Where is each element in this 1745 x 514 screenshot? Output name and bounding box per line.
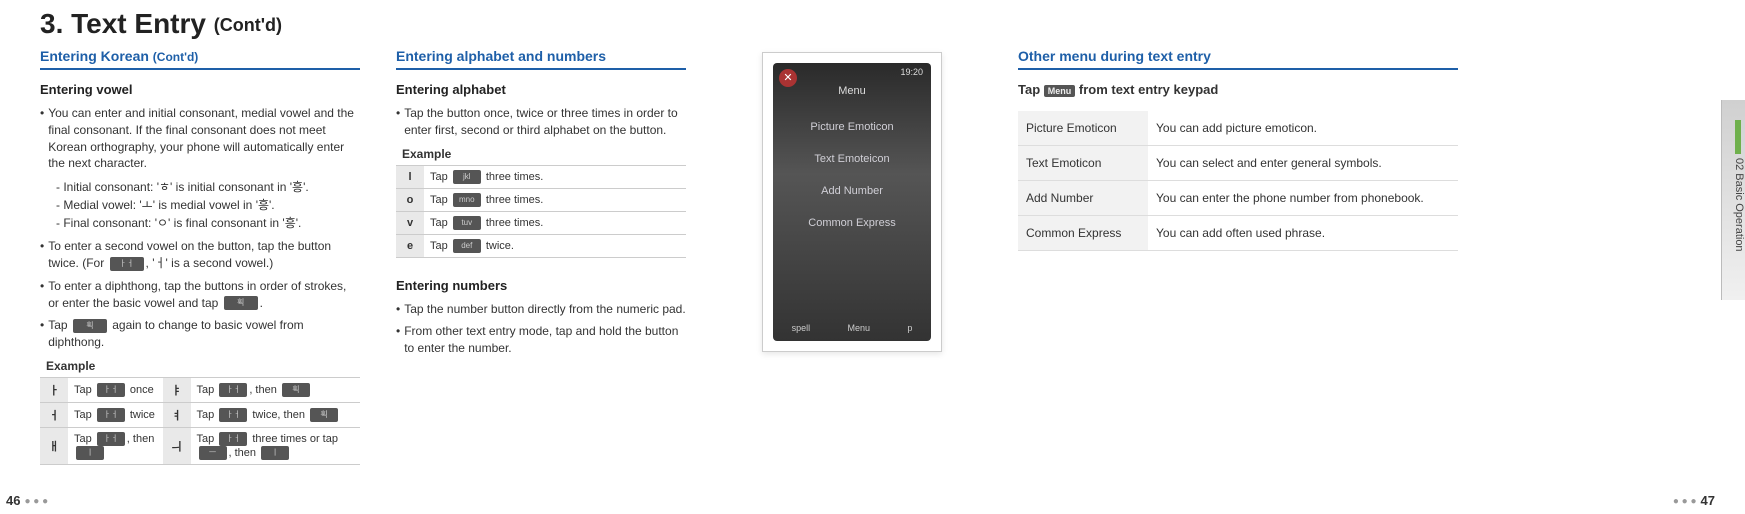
keypad-button-icon: ㅏㅓ bbox=[97, 408, 125, 422]
keypad-button-icon: ㅏㅓ bbox=[219, 408, 247, 422]
dots-icon: ● ● ● bbox=[1673, 496, 1697, 507]
title-cont: (Cont'd) bbox=[214, 15, 282, 35]
phone-menu-title: Menu bbox=[773, 85, 931, 97]
bullet-text: Tap the number button directly from the … bbox=[404, 301, 685, 318]
example-char: v bbox=[396, 211, 424, 234]
example-char: o bbox=[396, 188, 424, 211]
side-tab-chapter: 02 Basic Operation bbox=[1721, 100, 1745, 300]
menu-item-name: Common Express bbox=[1018, 216, 1148, 251]
phone-frame: ✕ 19:20 Menu Picture Emoticon Text Emote… bbox=[762, 52, 942, 352]
keypad-button-icon: ㅣ bbox=[76, 446, 104, 460]
dots-icon: ● ● ● bbox=[24, 496, 48, 507]
example-table-alphabet: l Tap jkl three times. o Tap mno three t… bbox=[396, 165, 686, 258]
subheading-entering-numbers: Entering numbers bbox=[396, 278, 686, 293]
page-title: 3. Text Entry (Cont'd) bbox=[0, 0, 1745, 42]
keypad-button-icon: mno bbox=[453, 193, 481, 207]
subheading-entering-alphabet: Entering alphabet bbox=[396, 82, 686, 97]
phone-menu-item: Common Express bbox=[773, 207, 931, 239]
example-desc: Tap ㅏㅓ once bbox=[68, 377, 163, 402]
keypad-button-icon: def bbox=[453, 239, 481, 253]
example-desc: Tap ㅏㅓ, then 획 bbox=[191, 377, 360, 402]
title-main: 3. Text Entry bbox=[40, 8, 206, 39]
phone-status-time: 19:20 bbox=[900, 67, 923, 77]
menu-item-desc: You can select and enter general symbols… bbox=[1148, 146, 1458, 181]
example-char: ㅢ bbox=[163, 427, 191, 464]
example-char: ㅕ bbox=[163, 402, 191, 427]
bullet-text: To enter a diphthong, tap the buttons in… bbox=[48, 278, 360, 312]
keypad-button-icon: ㅡ bbox=[199, 446, 227, 460]
keypad-button-icon: ㅏㅓ bbox=[97, 432, 125, 446]
bullet-text: To enter a second vowel on the button, t… bbox=[48, 238, 360, 272]
menu-item-desc: You can enter the phone number from phon… bbox=[1148, 181, 1458, 216]
column-entering-alphabet: Entering alphabet and numbers Entering a… bbox=[396, 48, 686, 465]
phone-menu-item: Text Emoteicon bbox=[773, 143, 931, 175]
bullet-text: Tap 획 again to change to basic vowel fro… bbox=[48, 317, 360, 351]
keypad-button-icon: ㅏㅓ bbox=[110, 257, 144, 271]
column-phone-illustration: ✕ 19:20 Menu Picture Emoticon Text Emote… bbox=[722, 48, 982, 465]
example-char: ㅓ bbox=[40, 402, 68, 427]
side-accent bbox=[1735, 120, 1741, 154]
phone-screen: ✕ 19:20 Menu Picture Emoticon Text Emote… bbox=[773, 63, 931, 341]
example-label: Example bbox=[46, 359, 360, 373]
keypad-button-icon: tuv bbox=[453, 216, 481, 230]
keypad-button-icon: 획 bbox=[73, 319, 107, 333]
keypad-button-icon: 획 bbox=[310, 408, 338, 422]
keypad-button-icon: 획 bbox=[224, 296, 258, 310]
phone-softkeys: spell Menu p bbox=[773, 323, 931, 333]
page-number-left: 46● ● ● bbox=[6, 493, 52, 508]
keypad-button-icon: jkl bbox=[453, 170, 481, 184]
section-heading-other-menu: Other menu during text entry bbox=[1018, 48, 1458, 70]
example-label: Example bbox=[402, 147, 686, 161]
example-char: ㅏ bbox=[40, 377, 68, 402]
menu-item-name: Text Emoticon bbox=[1018, 146, 1148, 181]
example-desc: Tap def twice. bbox=[424, 234, 686, 257]
example-char: ㅑ bbox=[163, 377, 191, 402]
section-heading-korean: Entering Korean (Cont'd) bbox=[40, 48, 360, 70]
example-table-korean: ㅏ Tap ㅏㅓ once ㅑ Tap ㅏㅓ, then 획 ㅓ Tap ㅏㅓ … bbox=[40, 377, 360, 465]
subheading-entering-vowel: Entering vowel bbox=[40, 82, 360, 97]
menu-button-icon: Menu bbox=[1044, 85, 1076, 97]
menu-description-table: Picture Emoticon You can add picture emo… bbox=[1018, 111, 1458, 251]
keypad-button-icon: ㅏㅓ bbox=[219, 432, 247, 446]
example-desc: Tap tuv three times. bbox=[424, 211, 686, 234]
keypad-button-icon: 획 bbox=[282, 383, 310, 397]
menu-item-name: Add Number bbox=[1018, 181, 1148, 216]
indent-medial: - Medial vowel: 'ㅗ' is medial vowel in '… bbox=[56, 196, 360, 214]
bullet-text: You can enter and initial consonant, med… bbox=[48, 105, 360, 172]
example-desc: Tap ㅏㅓ, then ㅣ bbox=[68, 427, 163, 464]
example-desc: Tap ㅏㅓ three times or tap ㅡ, then ㅣ bbox=[191, 427, 360, 464]
menu-item-name: Picture Emoticon bbox=[1018, 111, 1148, 146]
phone-menu-item: Add Number bbox=[773, 175, 931, 207]
keypad-button-icon: ㅣ bbox=[261, 446, 289, 460]
bullet-text: Tap the button once, twice or three time… bbox=[404, 105, 686, 139]
example-desc: Tap ㅏㅓ twice, then 획 bbox=[191, 402, 360, 427]
indent-final: - Final consonant: 'ㅇ' is final consonan… bbox=[56, 214, 360, 232]
menu-item-desc: You can add often used phrase. bbox=[1148, 216, 1458, 251]
tap-menu-instruction: Tap Menu from text entry keypad bbox=[1018, 82, 1458, 97]
keypad-button-icon: ㅏㅓ bbox=[97, 383, 125, 397]
menu-item-desc: You can add picture emoticon. bbox=[1148, 111, 1458, 146]
phone-menu-item: Picture Emoticon bbox=[773, 111, 931, 143]
page-number-right: ● ● ●47 bbox=[1669, 493, 1715, 508]
example-char: ㅐ bbox=[40, 427, 68, 464]
bullet-text: From other text entry mode, tap and hold… bbox=[404, 323, 686, 357]
example-char: l bbox=[396, 165, 424, 188]
section-title: Entering Korean bbox=[40, 48, 149, 64]
indent-initial: - Initial consonant: 'ㅎ' is initial cons… bbox=[56, 178, 360, 196]
column-other-menu: Other menu during text entry Tap Menu fr… bbox=[1018, 48, 1458, 465]
section-heading-alphabet: Entering alphabet and numbers bbox=[396, 48, 686, 70]
keypad-button-icon: ㅏㅓ bbox=[219, 383, 247, 397]
example-desc: Tap mno three times. bbox=[424, 188, 686, 211]
section-cont: (Cont'd) bbox=[153, 50, 199, 64]
example-desc: Tap jkl three times. bbox=[424, 165, 686, 188]
example-char: e bbox=[396, 234, 424, 257]
column-entering-korean: Entering Korean (Cont'd) Entering vowel … bbox=[40, 48, 360, 465]
example-desc: Tap ㅏㅓ twice bbox=[68, 402, 163, 427]
